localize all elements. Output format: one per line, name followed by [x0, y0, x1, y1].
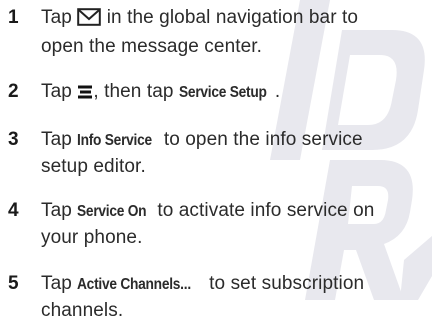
step-text: Tap Service On to activate info service … — [41, 198, 431, 251]
menu-icon — [77, 82, 93, 108]
step-number: 2 — [8, 81, 19, 102]
step-keyword: Active Channels... — [77, 276, 192, 293]
step-text: Tap Active Channels... to set subscripti… — [41, 271, 431, 324]
step-text-end: . — [274, 81, 281, 102]
step-text-pre: Tap — [41, 200, 72, 221]
step-text-line1: to activate info service on — [157, 200, 375, 221]
step-text-line1: to set subscription — [209, 273, 365, 294]
step-text-mid: , then tap — [93, 81, 174, 102]
step-keyword: Service On — [77, 203, 147, 220]
step-number: 4 — [8, 200, 19, 221]
step-keyword: Info Service — [77, 132, 153, 149]
step-text-pre: Tap — [41, 81, 72, 102]
envelope-icon — [77, 8, 102, 34]
step-text-line2: open the message center. — [41, 36, 263, 57]
step-text-line1: in the global navigation bar to — [106, 7, 359, 28]
step-number: 5 — [8, 273, 19, 294]
step-text: Tap Info Service to open the info servic… — [41, 127, 431, 180]
step-keyword: Service Setup — [178, 84, 267, 101]
step-text-line2: setup editor. — [41, 156, 146, 177]
step-number: 1 — [8, 7, 19, 28]
step-text-line2: your phone. — [41, 227, 143, 248]
step-number: 3 — [8, 129, 19, 150]
step-text-line2: channels. — [41, 300, 124, 321]
step-text: Tap in the global navigation bar to open… — [41, 5, 431, 60]
step-text-pre: Tap — [41, 273, 72, 294]
step-text: Tap , then tap Service Setup. — [41, 79, 431, 108]
step-text-line1: to open the info service — [163, 129, 363, 150]
step-text-pre: Tap — [41, 7, 72, 28]
step-text-pre: Tap — [41, 129, 72, 150]
